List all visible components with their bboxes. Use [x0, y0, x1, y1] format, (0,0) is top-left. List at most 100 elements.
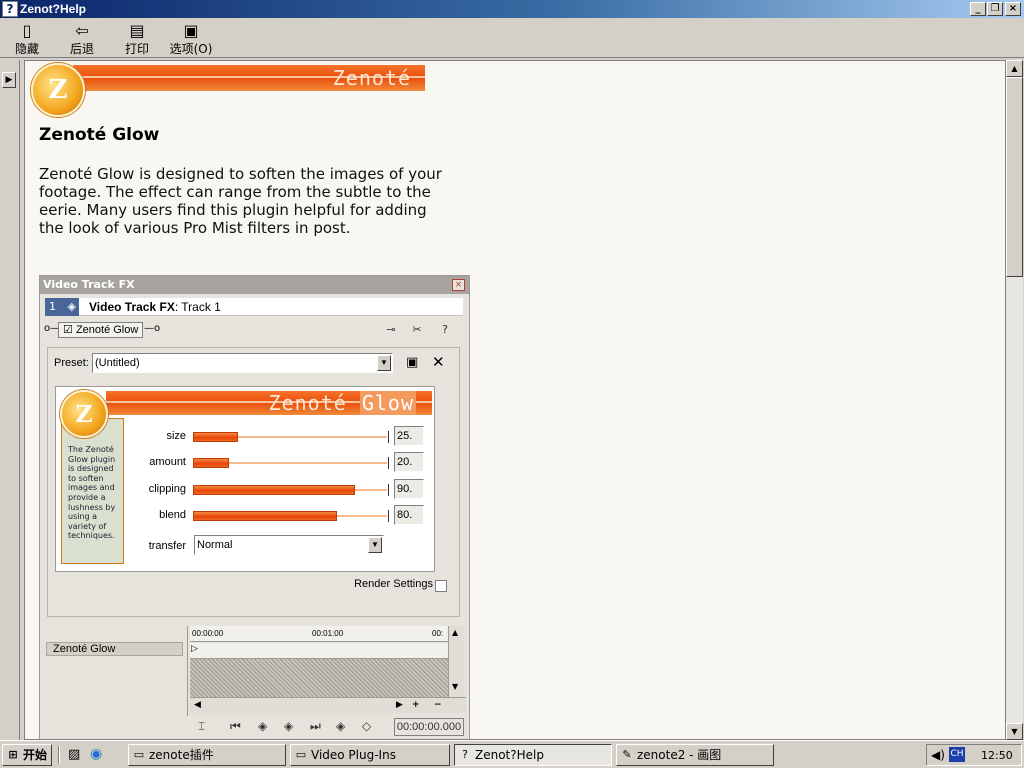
ruler-tick-label: 00:01:00: [312, 629, 344, 638]
track-number-badge: 1 ◈: [45, 298, 79, 316]
nav-pane-collapsed: ▶: [0, 60, 20, 740]
video-track-fx-window: Video Track FX × 1 ◈ Video Track FX: Tra…: [39, 275, 470, 739]
preset-dropdown[interactable]: (Untitled) ▼: [92, 353, 393, 373]
content-scrollbar[interactable]: ▲ ▼: [1006, 60, 1023, 740]
volume-icon[interactable]: ◀): [931, 748, 945, 762]
system-tray: ◀) CH 12:50: [926, 744, 1022, 766]
scroll-thumb[interactable]: [1006, 77, 1023, 277]
timeline-vertical-scrollbar[interactable]: ▲ ▼: [448, 626, 464, 697]
options-button[interactable]: ▣ 选项(O): [168, 22, 214, 58]
task-zenote-plugins[interactable]: ▭ zenote插件: [128, 744, 286, 766]
scroll-down-icon[interactable]: ▼: [1006, 723, 1023, 740]
slider-end-tick: [388, 484, 389, 496]
timecode-display: 00:00:00.000: [394, 718, 464, 736]
scroll-down-icon[interactable]: ▼: [452, 682, 458, 691]
chevron-down-icon[interactable]: ▼: [368, 537, 382, 553]
options-icon: ▣: [183, 21, 199, 40]
vfx-close-icon[interactable]: ×: [452, 279, 465, 291]
param-label-size: size: [166, 430, 186, 442]
page-title: Zenoté Glow: [39, 125, 160, 145]
zoom-in-icon[interactable]: +: [412, 700, 420, 710]
media-player-quicklaunch-icon[interactable]: ◉: [90, 746, 102, 762]
plugin-banner-word: Zenoté: [268, 391, 347, 415]
transfer-dropdown[interactable]: Normal ▼: [194, 535, 384, 555]
go-to-start-icon[interactable]: ⏮: [230, 719, 241, 734]
task-video-plug-ins[interactable]: ▭ Video Plug-Ins: [290, 744, 450, 766]
checkbox-checked-icon[interactable]: ☑: [63, 324, 73, 336]
page-description: Zenoté Glow is designed to soften the im…: [39, 165, 442, 237]
transport-controls: ⌶ ⏮ ◈ ◈ ⏭ ◈ ◇ 00:00:00.000: [190, 716, 466, 738]
slider-fill: [193, 485, 355, 495]
print-button[interactable]: ▤ 打印: [122, 22, 152, 58]
param-slider-size[interactable]: [193, 431, 389, 443]
chain-end-icon: —o: [144, 323, 161, 334]
next-keyframe-icon[interactable]: ◈: [336, 719, 345, 733]
folder-icon: ▭: [133, 748, 145, 761]
language-indicator[interactable]: CH: [949, 747, 965, 762]
param-value-clipping[interactable]: 90.: [394, 479, 424, 499]
task-zenote-help[interactable]: ? Zenot?Help: [454, 744, 612, 766]
scroll-right-icon[interactable]: ▶: [396, 700, 403, 710]
delete-keyframe-icon[interactable]: ◇: [362, 719, 371, 733]
plugin-logo-icon: Z: [60, 390, 108, 438]
param-value-amount[interactable]: 20.: [394, 452, 424, 472]
plugin-logo-letter: Z: [75, 401, 93, 428]
hide-button[interactable]: ▯ 隐藏: [12, 22, 42, 58]
start-button[interactable]: ⊞ 开始: [2, 744, 52, 766]
prev-keyframe-icon[interactable]: ◈: [258, 719, 267, 733]
keyframe-marker-icon[interactable]: ▷: [191, 644, 198, 654]
timeline-horizontal-scrollbar[interactable]: ◀ ▶ + −: [190, 697, 466, 713]
add-keyframe-icon[interactable]: ◈: [284, 719, 293, 733]
task-label: Zenot?Help: [475, 748, 544, 762]
scroll-left-icon[interactable]: ◀: [194, 700, 201, 710]
transfer-value: Normal: [197, 539, 233, 551]
scroll-up-icon[interactable]: ▲: [1006, 60, 1023, 77]
param-slider-blend[interactable]: [193, 510, 389, 522]
paint-icon: ✎: [622, 748, 632, 761]
param-label-amount: amount: [149, 456, 186, 468]
logo-letter: Z: [48, 75, 68, 105]
timeline-empty-area: [190, 659, 448, 697]
close-button[interactable]: ×: [1005, 2, 1021, 16]
scroll-up-icon[interactable]: ▲: [452, 628, 458, 637]
plugin-banner: Zenoté Glow: [106, 391, 432, 415]
help-icon[interactable]: ?: [436, 323, 454, 337]
task-label: Video Plug-Ins: [311, 748, 396, 762]
desktop-quicklaunch-icon[interactable]: ▨: [68, 747, 80, 762]
back-button[interactable]: ⇦ 后退: [67, 22, 97, 58]
track-label: Video Track FX: Track 1: [89, 300, 221, 314]
zoom-out-icon[interactable]: −: [434, 700, 442, 710]
timeline-item[interactable]: Zenoté Glow: [46, 642, 183, 656]
go-to-end-icon[interactable]: ⏭: [310, 719, 321, 734]
param-value-size[interactable]: 25.: [394, 426, 424, 446]
sync-cursor-icon[interactable]: ⌶: [198, 719, 205, 734]
page-banner: Zenoté: [73, 65, 425, 91]
slider-fill: [193, 458, 229, 468]
expand-arrow-icon[interactable]: ▶: [2, 72, 16, 88]
track-number: 1: [49, 300, 56, 313]
task-label: zenote2 - 画图: [637, 748, 722, 762]
track-label-rest: : Track 1: [174, 300, 221, 314]
save-preset-icon[interactable]: ▣: [406, 355, 418, 370]
timeline-lane[interactable]: ▷: [190, 643, 448, 659]
task-paint[interactable]: ✎ zenote2 - 画图: [616, 744, 774, 766]
remove-plugin-icon[interactable]: ✂: [408, 323, 426, 337]
zenote-logo-icon: Z: [31, 63, 85, 117]
render-settings-checkbox[interactable]: [435, 580, 447, 592]
plugin-banner-glow: Glow: [359, 391, 416, 415]
param-slider-amount[interactable]: [193, 457, 389, 469]
render-settings-label: Render Settings: [354, 578, 433, 590]
plugin-note: The Zenoté Glow plugin is designed to so…: [61, 418, 124, 564]
chain-item-zenote-glow[interactable]: ☑ Zenoté Glow: [58, 322, 144, 338]
param-slider-clipping[interactable]: [193, 484, 389, 496]
plugin-chain-icon[interactable]: ⊸: [382, 323, 400, 337]
slider-fill: [193, 511, 337, 521]
chevron-down-icon[interactable]: ▼: [377, 355, 391, 371]
param-value-blend[interactable]: 80.: [394, 505, 424, 525]
hide-pane-icon: ▯: [22, 21, 32, 40]
minimize-button[interactable]: _: [970, 2, 986, 16]
zenote-glow-plugin: Zenoté Glow The Zenoté Glow plugin is de…: [55, 386, 435, 572]
restore-button[interactable]: ❐: [987, 2, 1003, 16]
fx-chain: o— ☑ Zenoté Glow —o: [44, 321, 464, 339]
delete-preset-icon[interactable]: ✕: [432, 353, 445, 371]
